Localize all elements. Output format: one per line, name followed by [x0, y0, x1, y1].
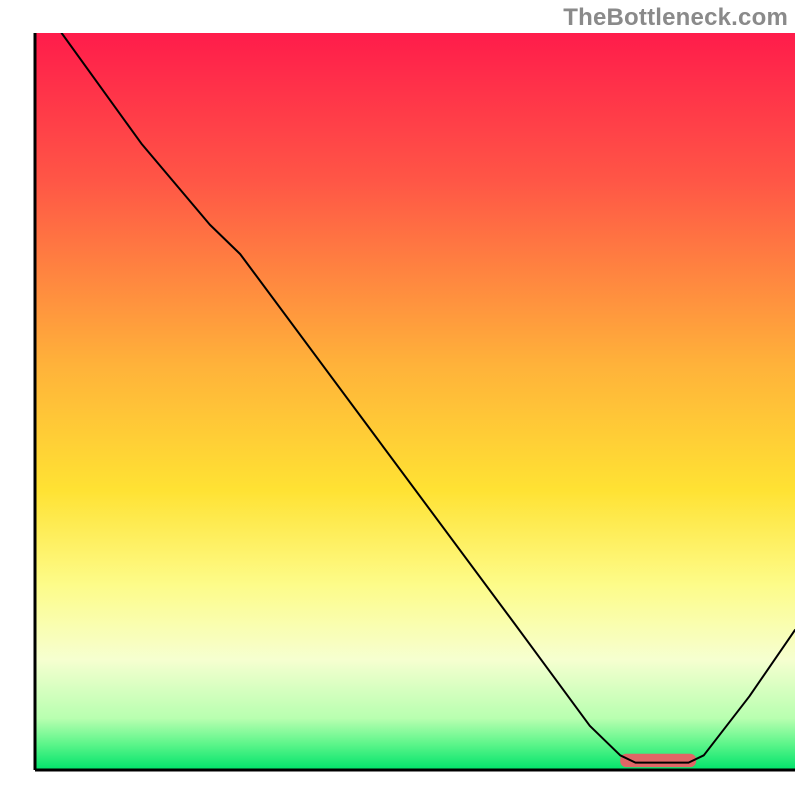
- chart-background-gradient: [35, 33, 795, 770]
- watermark-text: TheBottleneck.com: [563, 4, 788, 32]
- bottleneck-curve-chart: [0, 0, 800, 800]
